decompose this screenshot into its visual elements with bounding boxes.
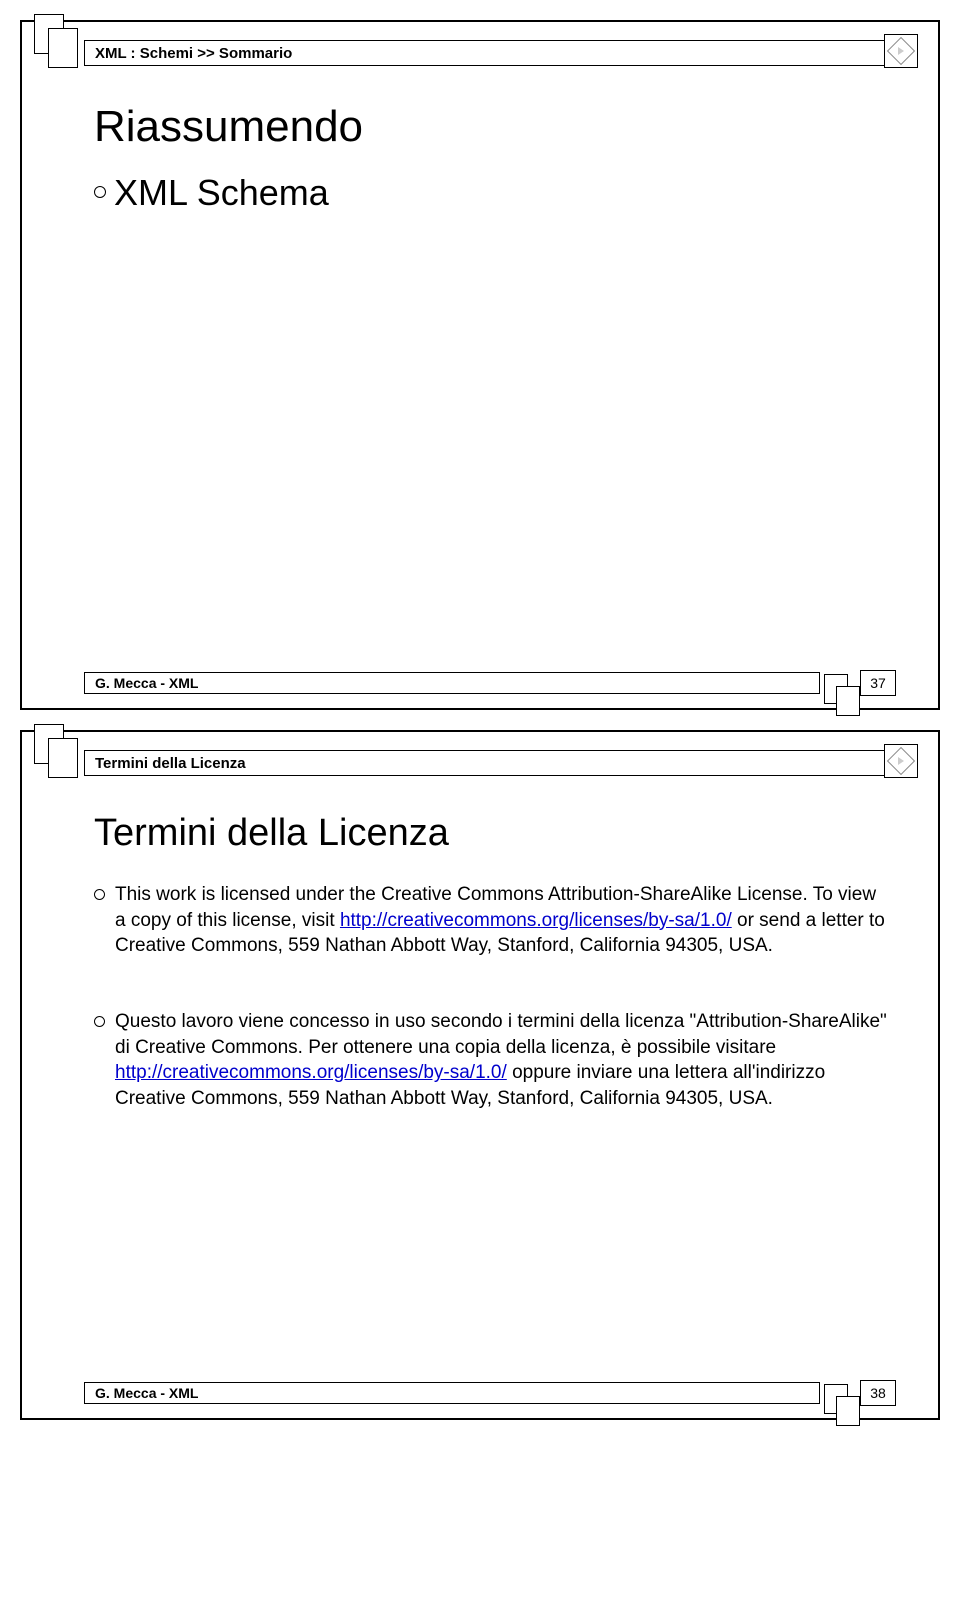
slide-title: Riassumendo (94, 102, 363, 152)
corner-decor (836, 1396, 860, 1426)
chevron-right-icon (898, 47, 904, 55)
nav-icon (887, 747, 915, 775)
bullet-item: XML Schema (94, 172, 878, 214)
slide-title: Termini della Licenza (94, 812, 449, 855)
license-text: This work is licensed under the Creative… (115, 882, 888, 959)
breadcrumb-text: Termini della Licenza (95, 755, 246, 772)
footer-bar: G. Mecca - XML (84, 672, 820, 694)
license-paragraph-en: This work is licensed under the Creative… (94, 882, 888, 959)
breadcrumb-text: XML : Schemi >> Sommario (95, 45, 292, 62)
license-link[interactable]: http://creativecommons.org/licenses/by-s… (340, 910, 732, 931)
bullet-text: XML Schema (114, 172, 329, 214)
slide-38: Termini della Licenza Termini della Lice… (20, 730, 940, 1420)
corner-decor (836, 686, 860, 716)
breadcrumb-bar: XML : Schemi >> Sommario (84, 40, 888, 66)
bullet-icon (94, 186, 106, 198)
page-number: 38 (860, 1380, 896, 1406)
license-text: Questo lavoro viene concesso in uso seco… (115, 1009, 888, 1112)
license-paragraph-it: Questo lavoro viene concesso in uso seco… (94, 1009, 888, 1112)
footer-text: G. Mecca - XML (95, 675, 198, 691)
nav-icon-box (884, 744, 918, 778)
bullet-icon (94, 889, 105, 900)
nav-icon-box (884, 34, 918, 68)
corner-decor (48, 28, 78, 68)
text-segment: Questo lavoro viene concesso in uso seco… (115, 1011, 887, 1058)
bullet-icon (94, 1016, 105, 1027)
slide-37: XML : Schemi >> Sommario Riassumendo XML… (20, 20, 940, 710)
corner-decor (48, 738, 78, 778)
chevron-right-icon (898, 757, 904, 765)
breadcrumb-bar: Termini della Licenza (84, 750, 888, 776)
footer-bar: G. Mecca - XML (84, 1382, 820, 1404)
footer-text: G. Mecca - XML (95, 1385, 198, 1401)
nav-icon (887, 37, 915, 65)
content-area: XML Schema (94, 172, 878, 214)
page-number: 37 (860, 670, 896, 696)
content-area: This work is licensed under the Creative… (94, 882, 888, 1139)
license-link[interactable]: http://creativecommons.org/licenses/by-s… (115, 1062, 507, 1083)
